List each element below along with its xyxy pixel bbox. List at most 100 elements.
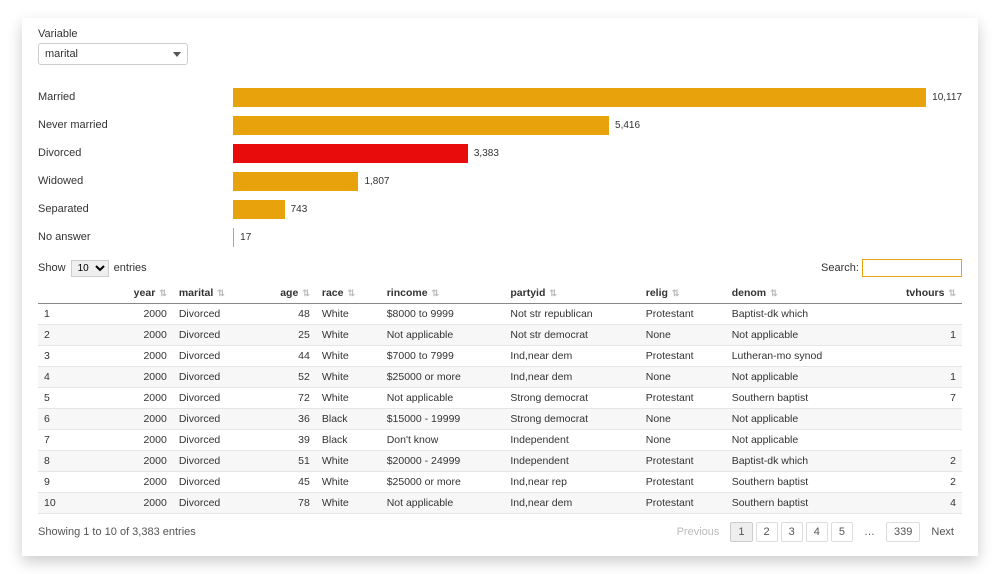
table-cell: 2000 [108, 304, 173, 325]
sort-icon: ⇅ [948, 288, 956, 298]
column-header-label: tvhours [906, 287, 945, 299]
table-footer: Showing 1 to 10 of 3,383 entries Previou… [38, 522, 962, 542]
table-row[interactable]: 22000Divorced25WhiteNot applicableNot st… [38, 325, 962, 346]
table-cell: White [316, 325, 381, 346]
chart-row[interactable]: Never married 5,416 [38, 111, 962, 139]
column-header[interactable]: rincome⇅ [381, 283, 505, 304]
page-length-select[interactable]: 10 [71, 260, 109, 277]
variable-select[interactable]: marital [38, 43, 188, 65]
sort-icon: ⇅ [159, 288, 167, 298]
table-info: Showing 1 to 10 of 3,383 entries [38, 526, 196, 538]
chart-bar [233, 88, 926, 107]
table-cell: Strong democrat [504, 409, 639, 430]
table-cell: 2000 [108, 430, 173, 451]
table-row[interactable]: 42000Divorced52White$25000 or moreInd,ne… [38, 367, 962, 388]
column-header[interactable] [38, 283, 108, 304]
column-header[interactable]: partyid⇅ [504, 283, 639, 304]
table-cell: 1 [873, 367, 962, 388]
column-header-label: marital [179, 287, 213, 299]
table-cell: 78 [256, 493, 316, 514]
table-cell: Not applicable [726, 409, 873, 430]
variable-label: Variable [38, 28, 962, 40]
column-header[interactable]: relig⇅ [640, 283, 726, 304]
table-cell [873, 304, 962, 325]
table-header-row: year⇅marital⇅age⇅race⇅rincome⇅partyid⇅re… [38, 283, 962, 304]
table-row[interactable]: 102000Divorced78WhiteNot applicableInd,n… [38, 493, 962, 514]
table-cell: 4 [873, 493, 962, 514]
table-cell: $8000 to 9999 [381, 304, 505, 325]
table-row[interactable]: 92000Divorced45White$25000 or moreInd,ne… [38, 472, 962, 493]
chart-row[interactable]: Separated743 [38, 195, 962, 223]
column-header[interactable]: denom⇅ [726, 283, 873, 304]
table-row[interactable]: 12000Divorced48White$8000 to 9999Not str… [38, 304, 962, 325]
table-cell: Ind,near dem [504, 493, 639, 514]
pagination: Previous12345…339Next [669, 522, 962, 542]
table-row[interactable]: 52000Divorced72WhiteNot applicableStrong… [38, 388, 962, 409]
chart-bar-wrap: 5,416 [233, 116, 962, 135]
chart-row[interactable]: Divorced3,383 [38, 139, 962, 167]
table-row[interactable]: 72000Divorced39BlackDon't knowIndependen… [38, 430, 962, 451]
chart-value-label: 5,416 [615, 120, 640, 131]
table-cell: Baptist-dk which [726, 304, 873, 325]
bar-chart: Married10,117 Never married 5,416 Divorced3… [38, 83, 962, 251]
chart-value-label: 17 [240, 232, 251, 243]
table-cell: 2 [873, 472, 962, 493]
table-cell: $15000 - 19999 [381, 409, 505, 430]
pager-page[interactable]: 2 [756, 522, 778, 542]
chart-bar-wrap: 1,807 [233, 172, 962, 191]
pager-next[interactable]: Next [923, 522, 962, 542]
table-cell: 10 [38, 493, 108, 514]
search-input[interactable] [862, 259, 962, 277]
data-table: year⇅marital⇅age⇅race⇅rincome⇅partyid⇅re… [38, 283, 962, 514]
chart-row[interactable]: Married10,117 [38, 83, 962, 111]
pager-page[interactable]: 4 [806, 522, 828, 542]
table-cell: Not applicable [381, 325, 505, 346]
table-cell: Black [316, 430, 381, 451]
table-cell: Black [316, 409, 381, 430]
column-header-label: race [322, 287, 344, 299]
table-cell [873, 346, 962, 367]
table-cell: Southern baptist [726, 388, 873, 409]
table-cell: 45 [256, 472, 316, 493]
table-cell: 2000 [108, 451, 173, 472]
table-cell: None [640, 367, 726, 388]
column-header[interactable]: year⇅ [108, 283, 173, 304]
column-header-label: rincome [387, 287, 428, 299]
chart-bar [233, 228, 234, 247]
length-menu: Show 10 entries [38, 260, 147, 277]
table-cell: Ind,near dem [504, 367, 639, 388]
column-header[interactable]: race⇅ [316, 283, 381, 304]
table-cell: 2 [873, 451, 962, 472]
table-row[interactable]: 32000Divorced44White$7000 to 7999Ind,nea… [38, 346, 962, 367]
chart-category-label: No answer [38, 231, 233, 243]
chart-row[interactable]: Widowed1,807 [38, 167, 962, 195]
chart-row[interactable]: No answer 17 [38, 223, 962, 251]
table-cell: Protestant [640, 493, 726, 514]
pager-page[interactable]: 339 [886, 522, 920, 542]
chart-value-label: 3,383 [474, 148, 499, 159]
table-cell: 72 [256, 388, 316, 409]
table-cell: Don't know [381, 430, 505, 451]
pager-page[interactable]: 1 [730, 522, 752, 542]
table-cell: 4 [38, 367, 108, 388]
table-cell: 39 [256, 430, 316, 451]
pager-ellipsis: … [856, 522, 883, 542]
table-cell: $7000 to 7999 [381, 346, 505, 367]
table-cell: White [316, 346, 381, 367]
pager-page[interactable]: 3 [781, 522, 803, 542]
column-header-label: partyid [510, 287, 545, 299]
table-cell: Protestant [640, 304, 726, 325]
table-cell: $25000 or more [381, 367, 505, 388]
column-header[interactable]: tvhours⇅ [873, 283, 962, 304]
pager-page[interactable]: 5 [831, 522, 853, 542]
column-header[interactable]: age⇅ [256, 283, 316, 304]
table-cell: Southern baptist [726, 472, 873, 493]
pager-previous[interactable]: Previous [669, 522, 728, 542]
chart-category-label: Never married [38, 119, 233, 131]
table-row[interactable]: 82000Divorced51White$20000 - 24999Indepe… [38, 451, 962, 472]
table-row[interactable]: 62000Divorced36Black$15000 - 19999Strong… [38, 409, 962, 430]
sort-icon: ⇅ [770, 288, 778, 298]
table-cell: 5 [38, 388, 108, 409]
table-cell: Independent [504, 430, 639, 451]
column-header[interactable]: marital⇅ [173, 283, 256, 304]
